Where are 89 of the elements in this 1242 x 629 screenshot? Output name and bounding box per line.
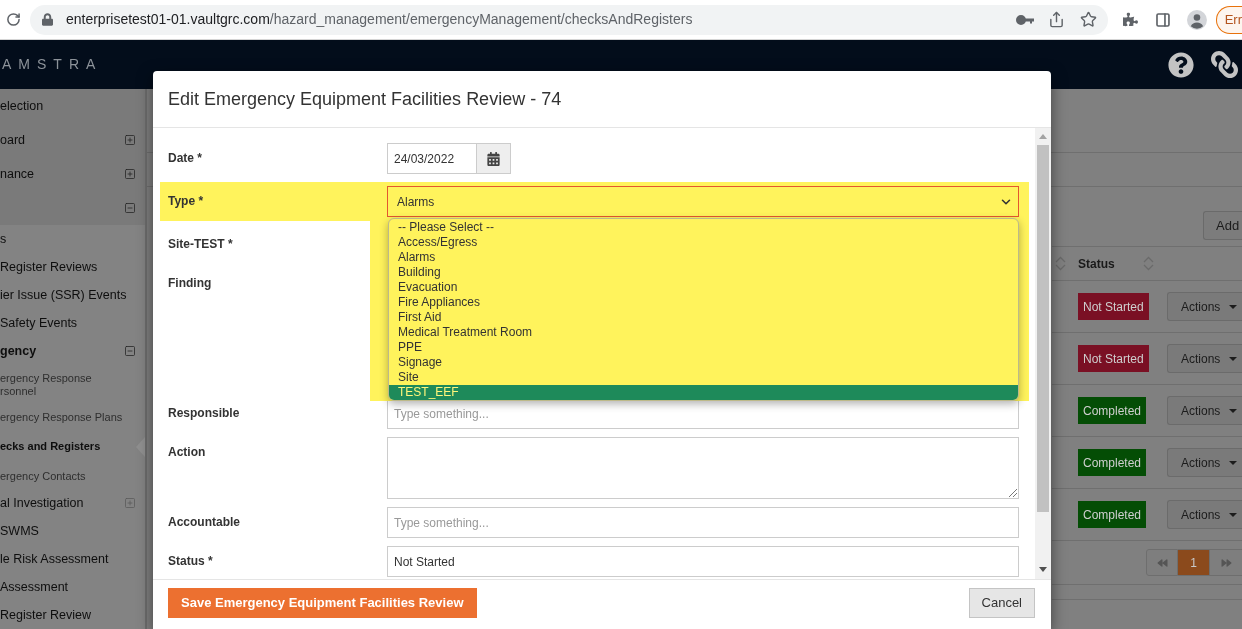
sidebar-item[interactable]: ecks and Registers [0, 430, 145, 463]
page-button[interactable]: 1 [1178, 549, 1209, 576]
sidebar-item[interactable]: ergency Response rsonnel [0, 365, 145, 404]
double-left-icon [1156, 557, 1168, 568]
expand-icon[interactable] [124, 168, 136, 180]
logo: AMSTRA [1, 55, 103, 74]
dropdown-option[interactable]: Medical Treatment Room [389, 325, 1018, 340]
down-arrow-icon[interactable] [1039, 567, 1047, 572]
scrollbar-thumb[interactable] [1037, 145, 1049, 512]
dropdown-option[interactable]: Access/Egress [389, 235, 1018, 250]
sidebar-item[interactable]: Safety Events [0, 309, 145, 337]
resize-grip-icon[interactable] [1009, 489, 1017, 497]
sidebar-item[interactable]: nance [0, 157, 145, 191]
caret-icon [1229, 408, 1238, 413]
actions-button[interactable]: Actions [1167, 396, 1242, 425]
dropdown-option[interactable]: Evacuation [389, 280, 1018, 295]
caret-icon [1229, 512, 1238, 517]
dropdown-option[interactable]: Site [389, 370, 1018, 385]
dropdown-option[interactable]: Fire Appliances [389, 295, 1018, 310]
dropdown-option[interactable]: First Aid [389, 310, 1018, 325]
collapse-icon[interactable] [124, 345, 136, 357]
field-label: Responsible [168, 405, 241, 421]
sidebar-item[interactable]: oard [0, 123, 145, 157]
status-badge: Completed [1078, 501, 1147, 528]
help-icon[interactable] [1168, 51, 1194, 78]
sidebar-item[interactable]: le Risk Assessment [0, 545, 145, 573]
link-icon[interactable] [1211, 51, 1238, 78]
status-badge: Completed [1078, 397, 1147, 424]
textarea-field[interactable] [387, 437, 1019, 499]
caret-icon [1229, 356, 1238, 361]
collapse-icon[interactable] [124, 202, 136, 214]
dropdown-option[interactable]: TEST_EEF [389, 385, 1018, 400]
sidebar-item[interactable]: Register Reviews [0, 253, 145, 281]
date-field[interactable]: 24/03/2022 [387, 143, 477, 174]
address-bar[interactable]: enterprisetest01-01.vaultgrc.com/hazard_management/emergencyManagement/checksAndRegisters [29, 4, 1108, 35]
actions-button[interactable]: Actions [1167, 292, 1242, 321]
sidebar-item[interactable]: election [0, 89, 145, 123]
status-badge: Completed [1078, 449, 1147, 476]
star-icon[interactable] [1079, 11, 1097, 28]
caret-icon [1229, 304, 1238, 309]
field-label: Status * [168, 553, 214, 569]
dropdown-option[interactable]: -- Please Select -- [389, 220, 1018, 235]
sidebar-item[interactable]: al Investigation [0, 489, 145, 517]
column-header[interactable]: Status [1078, 254, 1115, 273]
field-label: Site-TEST * [168, 236, 234, 252]
sidebar-item[interactable]: ergency Response Plans [0, 404, 145, 430]
reload-icon[interactable] [6, 12, 21, 27]
field-label: Type * [168, 193, 205, 209]
key-icon[interactable] [1015, 14, 1034, 25]
add-button[interactable]: Add [1203, 211, 1242, 240]
caret-icon [1229, 460, 1238, 465]
dropdown-option[interactable]: Signage [389, 355, 1018, 370]
profile-chip[interactable]: Err [1215, 5, 1242, 34]
expand-icon[interactable] [124, 134, 136, 146]
double-right-icon [1220, 557, 1232, 568]
dropdown-option[interactable]: Building [389, 265, 1018, 280]
calendar-button[interactable] [477, 143, 511, 174]
cancel-button[interactable]: Cancel [968, 588, 1035, 618]
field-label: Finding [168, 275, 213, 291]
sidebar-item[interactable]: Assessment [0, 573, 145, 601]
sidebar-item[interactable]: ergency Contacts [0, 463, 145, 489]
sidebar-item[interactable]: SWMS [0, 517, 145, 545]
sidebar-item[interactable]: gency [0, 337, 145, 365]
actions-button[interactable]: Actions [1167, 500, 1242, 529]
scrollbar-track[interactable] [1035, 128, 1051, 579]
lock-icon[interactable] [41, 13, 53, 26]
status-badge: Not Started [1078, 293, 1149, 320]
calendar-icon [487, 151, 500, 166]
dropdown-option[interactable]: Alarms [389, 250, 1018, 265]
text-field[interactable]: Not Started [387, 546, 1019, 577]
sidebar-item[interactable]: s [0, 225, 145, 253]
actions-button[interactable]: Actions [1167, 448, 1242, 477]
profile-icon[interactable] [1186, 9, 1207, 30]
status-badge: Not Started [1078, 345, 1149, 372]
extensions-icon[interactable] [1122, 12, 1138, 27]
field-label: Action [168, 444, 207, 460]
save-button[interactable]: Save Emergency Equipment Facilities Review [168, 588, 477, 618]
share-icon[interactable] [1047, 11, 1065, 28]
field-label: Accountable [168, 514, 241, 530]
dropdown-option[interactable]: PPE [389, 340, 1018, 355]
field-label: Date * [168, 150, 203, 166]
actions-button[interactable]: Actions [1167, 344, 1242, 373]
sidebar-item[interactable]: ier Issue (SSR) Events [0, 281, 145, 309]
text-field[interactable]: Type something... [387, 507, 1019, 538]
side-panel-icon[interactable] [1154, 11, 1171, 28]
url-text[interactable]: enterprisetest01-01.vaultgrc.com/hazard_management/emergencyManagement/checksAndRegisters [65, 9, 693, 30]
modal-title: Edit Emergency Equipment Facilities Review - 74 [168, 87, 562, 111]
select-field[interactable]: Alarms [387, 186, 1019, 217]
sidebar-item[interactable]: Register Review [0, 601, 145, 629]
